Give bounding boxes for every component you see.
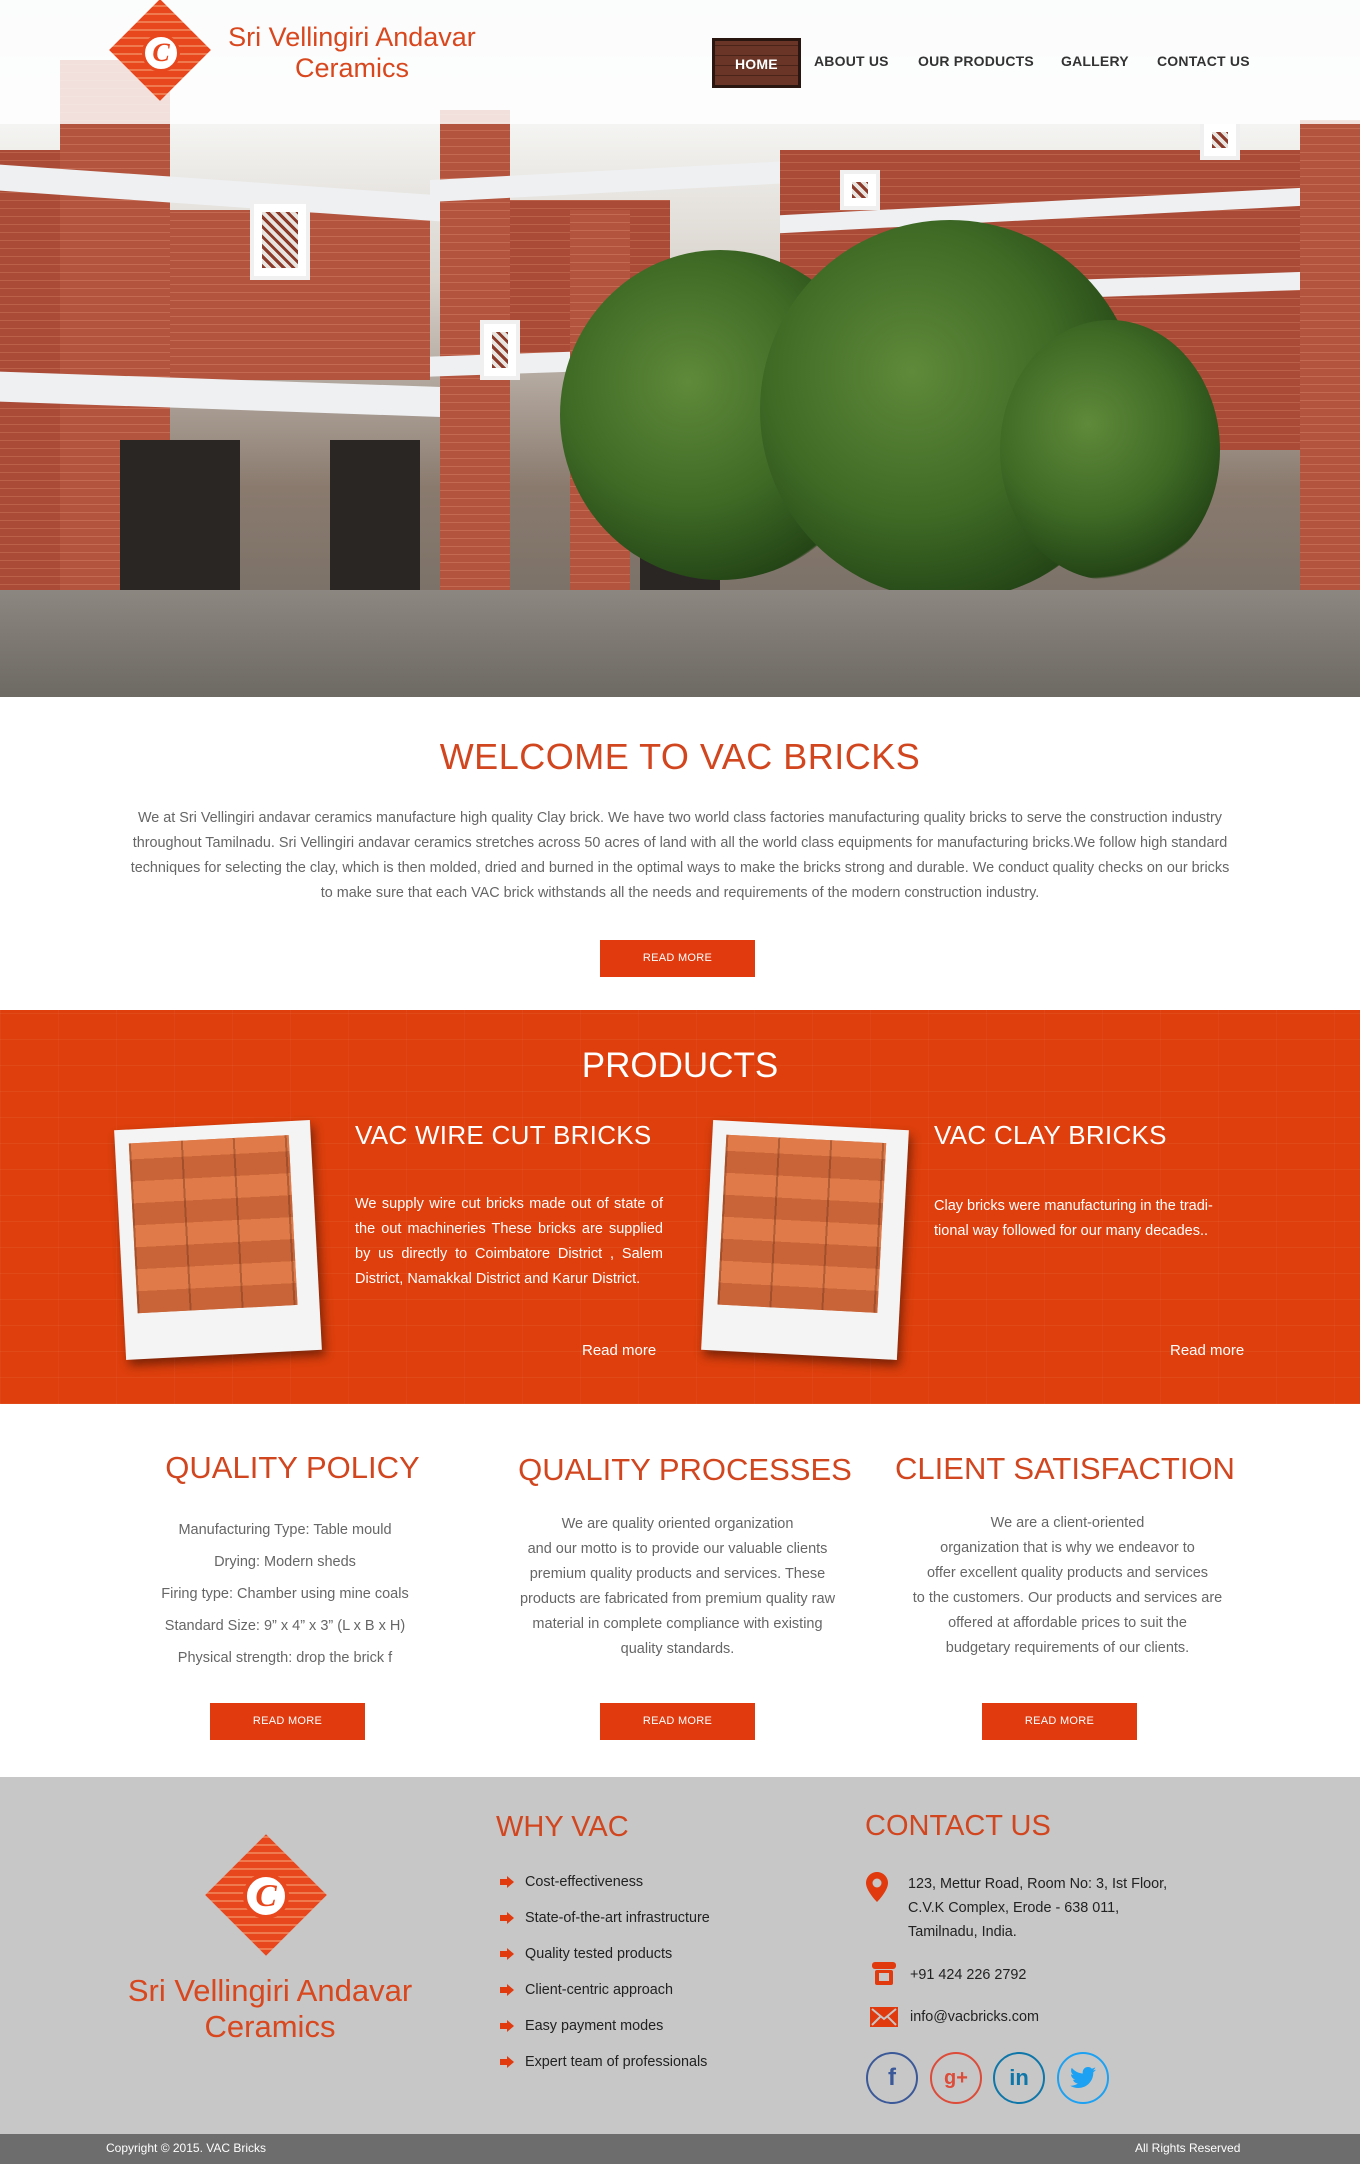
quality-processes-text: We are quality oriented organization and… <box>490 1512 865 1662</box>
client-satisfaction-line: budgetary requirements of our clients. <box>945 1640 1190 1656</box>
client-satisfaction-read-more-button[interactable]: READ MORE <box>982 1703 1137 1740</box>
arrow-right-icon <box>500 1912 514 1924</box>
nav-about-us[interactable]: ABOUT US <box>814 38 889 88</box>
nav-our-products[interactable]: OUR PRODUCTS <box>918 38 1034 88</box>
quality-policy-line: Manufacturing Type: Table mould <box>178 1522 392 1538</box>
footer-logo-line-2: Ceramics <box>204 2009 336 2044</box>
product-image-clay[interactable] <box>701 1120 909 1360</box>
rights-text: All Rights Reserved <box>1135 2141 1241 2155</box>
copyright-bar: Copyright © 2015. VAC Bricks All Rights … <box>0 2134 1360 2164</box>
address-line: C.V.K Complex, Erode - 638 011, <box>908 1900 1120 1916</box>
client-satisfaction-line: organization that is why we endeavor to <box>940 1540 1195 1556</box>
quality-processes-line: We are quality oriented organization <box>561 1516 794 1532</box>
email-icon <box>870 2007 898 2027</box>
footer-logo-text: Sri Vellingiri Andavar Ceramics <box>100 1973 440 2045</box>
client-satisfaction-line: We are a client-oriented <box>990 1515 1145 1531</box>
google-plus-icon[interactable]: g+ <box>930 2052 982 2104</box>
quality-processes-line: quality standards. <box>620 1641 735 1657</box>
quality-policy-read-more-button[interactable]: READ MORE <box>210 1703 365 1740</box>
linkedin-icon[interactable]: in <box>993 2052 1045 2104</box>
products-title: PRODUCTS <box>581 1046 779 1085</box>
arrow-right-icon <box>500 1984 514 1996</box>
quality-policy-line: Drying: Modern sheds <box>214 1554 356 1570</box>
client-satisfaction-line: offer excellent quality products and ser… <box>926 1565 1209 1581</box>
logo-c-icon[interactable]: C <box>142 34 180 72</box>
copyright-text: Copyright © 2015. VAC Bricks <box>106 2141 267 2155</box>
welcome-text: We at Sri Vellingiri andavar ceramics ma… <box>130 810 1230 901</box>
logo-line-1[interactable]: Sri Vellingiri Andavar <box>222 22 482 53</box>
site-logo-text[interactable]: Sri Vellingiri Andavar Ceramics <box>222 22 482 84</box>
quality-processes-title: QUALITY PROCESSES <box>518 1452 852 1487</box>
quality-processes-line: products are fabricated from premium qua… <box>519 1591 836 1607</box>
client-satisfaction-text: We are a client-oriented organization th… <box>880 1511 1255 1661</box>
logo-line-2[interactable]: Ceramics <box>222 53 482 84</box>
quality-processes-line: premium quality products and services. T… <box>529 1566 826 1582</box>
product-title-clay[interactable]: VAC CLAY BRICKS <box>934 1120 1167 1151</box>
quality-policy-line: Standard Size: 9” x 4” x 3” (L x B x H) <box>164 1618 406 1634</box>
nav-contact-us[interactable]: CONTACT US <box>1157 38 1250 88</box>
quality-policy-title: QUALITY POLICY <box>165 1450 420 1485</box>
arrow-right-icon <box>500 1876 514 1888</box>
product-title-wire-cut[interactable]: VAC WIRE CUT BRICKS <box>355 1120 652 1151</box>
facebook-icon[interactable]: f <box>866 2052 918 2104</box>
footer-logo-c-icon: C <box>243 1873 289 1919</box>
location-pin-icon <box>866 1872 888 1902</box>
contact-us-title: CONTACT US <box>865 1810 1051 1842</box>
quality-processes-read-more-button[interactable]: READ MORE <box>600 1703 755 1740</box>
quality-processes-line: material in complete compliance with exi… <box>532 1616 823 1632</box>
why-vac-item-label: State-of-the-art infrastructure <box>525 1910 710 1926</box>
welcome-read-more-button[interactable]: READ MORE <box>600 940 755 977</box>
welcome-title: WELCOME TO VAC BRICKS <box>439 736 921 777</box>
contact-phone[interactable]: +91 424 226 2792 <box>910 1963 1026 1987</box>
quality-policy-line: Physical strength: drop the brick f <box>177 1650 393 1666</box>
product-text-clay: Clay bricks were manufacturing in the tr… <box>934 1198 1213 1239</box>
client-satisfaction-line: to the customers. Our products and servi… <box>912 1590 1223 1606</box>
quality-policy-text: Manufacturing Type: Table mould Drying: … <box>120 1514 450 1674</box>
why-vac-item-label: Client-centric approach <box>525 1982 673 1998</box>
phone-icon <box>870 1962 898 1986</box>
why-vac-item-label: Cost-effectiveness <box>525 1874 644 1890</box>
why-vac-item-label: Easy payment modes <box>525 2018 664 2034</box>
client-satisfaction-line: offered at affordable prices to suit the <box>948 1615 1187 1631</box>
contact-address: 123, Mettur Road, Room No: 3, Ist Floor,… <box>908 1872 1167 1944</box>
nav-gallery[interactable]: GALLERY <box>1061 38 1129 88</box>
arrow-right-icon <box>500 2056 514 2068</box>
product-image-wire-cut[interactable] <box>114 1120 322 1360</box>
arrow-right-icon <box>500 1948 514 1960</box>
arrow-right-icon <box>500 2020 514 2032</box>
quality-policy-line: Firing type: Chamber using mine coals <box>161 1586 409 1602</box>
twitter-icon[interactable] <box>1057 2052 1109 2104</box>
product-read-more-clay[interactable]: Read more <box>1170 1342 1244 1359</box>
client-satisfaction-title: CLIENT SATISFACTION <box>895 1451 1235 1486</box>
header-bar <box>0 0 1360 124</box>
footer <box>0 1777 1360 2134</box>
nav-home[interactable]: HOME <box>712 38 801 88</box>
address-line: 123, Mettur Road, Room No: 3, Ist Floor, <box>908 1876 1168 1892</box>
quality-processes-line: and our motto is to provide our valuable… <box>527 1541 828 1557</box>
product-text-wire-cut: We supply wire cut bricks made out of st… <box>355 1196 663 1287</box>
why-vac-title: WHY VAC <box>496 1811 629 1843</box>
why-vac-item-label: Quality tested products <box>525 1946 673 1962</box>
address-line: Tamilnadu, India. <box>908 1924 1017 1940</box>
contact-email[interactable]: info@vacbricks.com <box>910 2005 1039 2029</box>
why-vac-item-label: Expert team of professionals <box>525 2054 708 2070</box>
product-read-more-wire-cut[interactable]: Read more <box>582 1342 656 1359</box>
footer-logo-line-1: Sri Vellingiri Andavar <box>127 1973 413 2008</box>
